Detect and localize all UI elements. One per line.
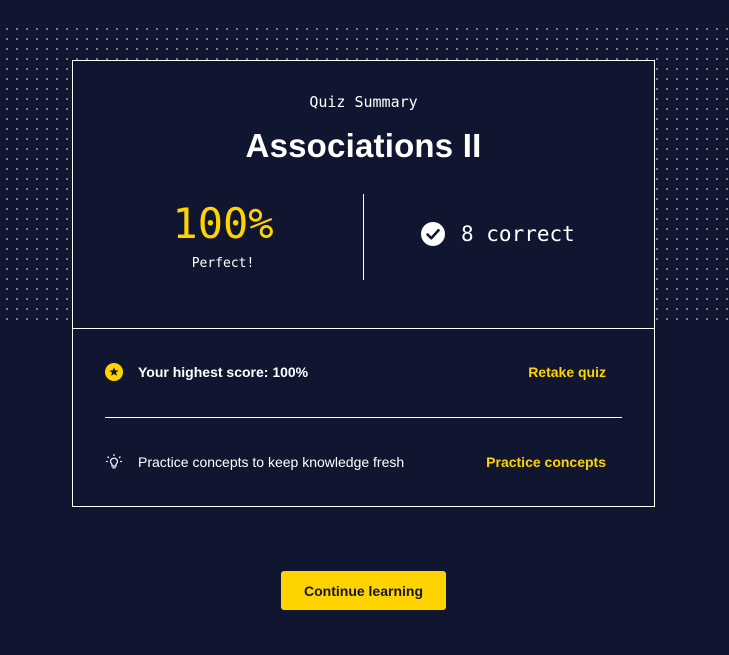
horizontal-divider [105,417,622,418]
score-block: 100% Perfect! [133,199,313,271]
check-circle-icon [421,222,445,246]
practice-row: Practice concepts to keep knowledge fres… [105,453,622,471]
quiz-title: Associations II [245,127,482,164]
score-percent: 100% [172,199,274,248]
quiz-summary-subtitle: Quiz Summary [309,93,418,111]
retake-quiz-link[interactable]: Retake quiz [528,364,606,380]
summary-header: Quiz Summary Associations II 100% Perfec… [73,61,654,329]
vertical-divider [363,194,364,280]
quiz-summary-card: Quiz Summary Associations II 100% Perfec… [72,60,655,507]
summary-actions: Your highest score: 100% Retake quiz Pra… [73,329,654,506]
star-badge-icon [105,363,123,381]
highest-score-text: Your highest score: 100% [138,364,309,380]
highest-score-row: Your highest score: 100% Retake quiz [105,363,622,381]
lightbulb-icon [105,453,123,471]
score-label: Perfect! [191,256,255,271]
practice-text: Practice concepts to keep knowledge fres… [138,454,405,470]
continue-learning-button[interactable]: Continue learning [281,571,446,610]
correct-count-block: 8 correct [421,222,575,246]
practice-concepts-link[interactable]: Practice concepts [486,454,606,470]
correct-count: 8 correct [461,222,575,246]
